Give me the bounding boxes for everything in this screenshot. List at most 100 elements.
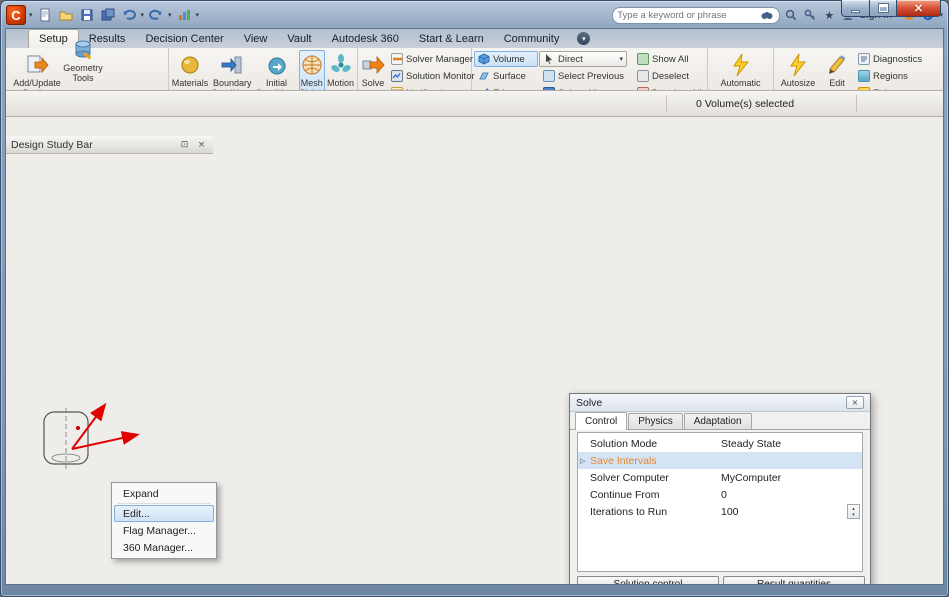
redo-icon[interactable] (147, 6, 165, 24)
key-icon[interactable] (802, 7, 818, 23)
select-previous-icon (542, 70, 555, 82)
model-thumbnail-sketch (43, 408, 89, 470)
deselect-button[interactable]: Deselect (633, 68, 705, 84)
regions-icon (858, 70, 870, 82)
edit-label: Edit (829, 78, 845, 88)
setting-row[interactable]: Continue From 0 (578, 486, 862, 503)
binoculars-icon[interactable] (759, 7, 775, 23)
tab-decision-center[interactable]: Decision Center (135, 29, 233, 48)
setting-row[interactable]: Solution Mode Steady State (578, 435, 862, 452)
tab-vault[interactable]: Vault (277, 29, 321, 48)
initial-conditions-icon (265, 53, 289, 77)
app-logo-icon[interactable] (6, 5, 26, 25)
maximize-button[interactable] (870, 0, 897, 17)
close-panel-icon[interactable] (195, 138, 208, 151)
menu-item-expand[interactable]: Expand (114, 485, 214, 502)
boundary-conditions-icon (220, 53, 244, 77)
geometry-tools-button[interactable]: Geometry Tools (62, 35, 104, 88)
star-icon[interactable]: ★ (821, 7, 837, 23)
pin-panel-icon[interactable] (178, 138, 191, 151)
result-quantities-button[interactable]: Result quantities (723, 576, 865, 584)
solver-manager-button[interactable]: Solver Manager (387, 51, 479, 67)
pencil-icon (825, 53, 849, 77)
ribbon: Add/Update Design Geometry Tools Design … (6, 40, 943, 584)
selection-status: 0 Volume(s) selected (696, 98, 795, 110)
solve-label: Solve (361, 78, 385, 88)
search-input[interactable] (617, 9, 757, 21)
select-surface-button[interactable]: Surface (474, 68, 538, 84)
undo-icon[interactable] (120, 6, 138, 24)
tab-adaptation[interactable]: Adaptation (683, 413, 752, 429)
solve-settings-list: Solution Mode Steady State Save Interval… (577, 432, 863, 572)
lightning-icon (786, 53, 810, 77)
tab-start-learn[interactable]: Start & Learn (409, 29, 494, 48)
solution-control-button[interactable]: Solution control (577, 576, 719, 584)
motion-label: Motion (327, 78, 355, 88)
menu-separator (118, 503, 210, 504)
solve-context-menu: Expand Edit... Flag Manager... 360 Manag… (111, 482, 217, 559)
solution-monitor-button[interactable]: Solution Monitor (387, 68, 479, 84)
expander-icon[interactable] (580, 457, 585, 465)
mesh-sizing-icon (300, 53, 324, 77)
chart-icon[interactable] (175, 6, 193, 24)
diagnostics-button[interactable]: Diagnostics (854, 51, 936, 67)
automatic-label: Automatic (720, 78, 761, 88)
minimize-button[interactable] (841, 0, 870, 17)
menu-item-edit[interactable]: Edit... (114, 505, 214, 522)
design-study-bar-title: Design Study Bar (11, 138, 93, 151)
select-previous-button[interactable]: Select Previous (539, 68, 632, 84)
solver-manager-icon (391, 53, 403, 65)
tab-control[interactable]: Control (575, 412, 628, 430)
client-area: Setup Results Decision Center View Vault… (5, 28, 944, 585)
close-button[interactable] (897, 0, 941, 17)
menu-item-flag-manager[interactable]: Flag Manager... (114, 522, 214, 539)
direct-select-dropdown[interactable]: Direct (538, 51, 627, 67)
diagnostics-icon (858, 53, 870, 65)
open-folder-icon[interactable] (57, 6, 75, 24)
solve-dialog: Solve Control Physics Adaptation Solutio… (569, 393, 871, 584)
solve-dialog-titlebar[interactable]: Solve (570, 394, 870, 412)
setting-row[interactable]: Save Intervals (578, 452, 862, 469)
volume-icon (478, 53, 490, 65)
save-all-icon[interactable] (99, 6, 117, 24)
chevron-down-icon[interactable] (168, 11, 172, 19)
status-bar: 0 Volume(s) selected (6, 90, 943, 116)
show-all-icon (637, 53, 649, 65)
new-file-icon[interactable] (36, 6, 54, 24)
autosize-label: Autosize (780, 78, 816, 88)
select-volume-button[interactable]: Volume (474, 51, 538, 67)
add-update-design-icon (25, 53, 49, 77)
setting-row[interactable]: Solver Computer MyComputer (578, 469, 862, 486)
deselect-icon (637, 70, 649, 82)
toolbar-overflow-icon[interactable] (196, 11, 200, 19)
tab-view[interactable]: View (234, 29, 278, 48)
chevron-down-icon[interactable] (29, 11, 33, 19)
ribbon-tab-bar: Setup Results Decision Center View Vault… (6, 29, 943, 48)
materials-icon (178, 53, 202, 77)
setting-row[interactable]: Iterations to Run 100 (578, 503, 862, 520)
iterations-spinner[interactable] (847, 504, 860, 519)
titlebar: ★ Sign In ? (6, 3, 943, 27)
cursor-icon (543, 53, 555, 65)
save-icon[interactable] (78, 6, 96, 24)
geometry-tools-label: Geometry Tools (63, 62, 103, 83)
tab-autodesk-360[interactable]: Autodesk 360 (322, 29, 409, 48)
window-controls (841, 0, 941, 17)
show-all-button[interactable]: Show All (633, 51, 705, 67)
solution-monitor-icon (391, 70, 403, 82)
search-icon[interactable] (783, 7, 799, 23)
surface-icon (478, 70, 490, 82)
app-window: ★ Sign In ? Setup Results Decision Cente… (0, 0, 949, 597)
infocenter-search (612, 6, 781, 24)
motion-icon (329, 53, 353, 77)
regions-button[interactable]: Regions (854, 68, 936, 84)
solve-dialog-tabs: Control Physics Adaptation (570, 412, 870, 430)
design-review-icon[interactable]: Geometry Tools (63, 40, 103, 83)
close-icon[interactable] (846, 396, 864, 409)
menu-item-360-manager[interactable]: 360 Manager... (114, 539, 214, 556)
chevron-down-icon (619, 55, 623, 63)
tab-community[interactable]: Community (494, 29, 570, 48)
chevron-down-icon[interactable] (141, 11, 145, 19)
tab-physics[interactable]: Physics (628, 413, 683, 429)
ribbon-options-icon[interactable] (577, 32, 591, 45)
